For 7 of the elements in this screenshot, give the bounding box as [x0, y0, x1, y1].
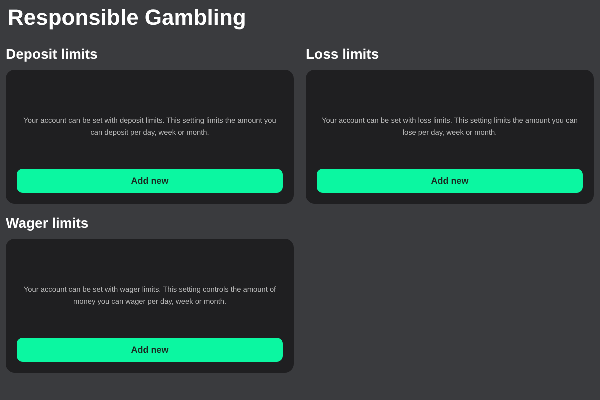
add-new-button[interactable]: Add new: [317, 169, 583, 193]
section-heading: Wager limits: [6, 215, 90, 231]
section-heading: Loss limits: [306, 46, 380, 62]
section-heading: Deposit limits: [6, 46, 99, 62]
page-title: Responsible Gambling: [8, 4, 248, 32]
add-new-button[interactable]: Add new: [17, 169, 283, 193]
add-new-button[interactable]: Add new: [17, 338, 283, 362]
